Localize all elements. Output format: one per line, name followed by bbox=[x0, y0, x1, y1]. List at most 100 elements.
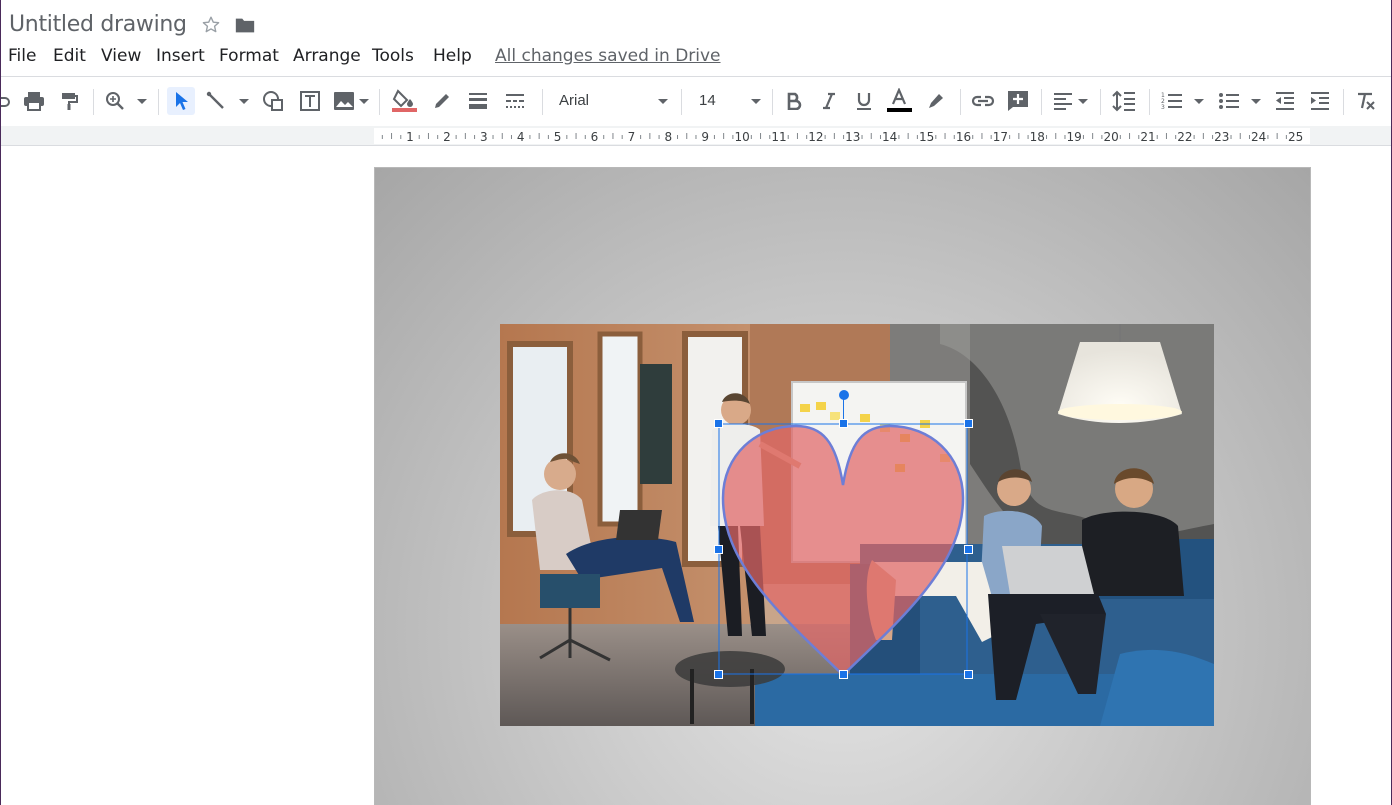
toolbar-divider bbox=[772, 89, 773, 115]
print-icon bbox=[24, 92, 44, 111]
resize-handle-ne[interactable] bbox=[964, 419, 973, 428]
ruler-number: 9 bbox=[701, 130, 709, 144]
drawing-page[interactable] bbox=[374, 167, 1311, 805]
font-size-select[interactable]: 14 bbox=[699, 92, 716, 109]
resize-handle-nw[interactable] bbox=[714, 419, 723, 428]
numbered-list-button[interactable]: 123 bbox=[1158, 87, 1186, 115]
menu-edit[interactable]: Edit bbox=[53, 46, 86, 66]
bulleted-list-caret[interactable] bbox=[1251, 99, 1261, 104]
italic-button[interactable] bbox=[815, 87, 843, 115]
zoom-button[interactable] bbox=[101, 87, 129, 115]
star-icon[interactable] bbox=[200, 14, 222, 36]
line-dropdown-caret[interactable] bbox=[239, 99, 249, 104]
resize-handle-n[interactable] bbox=[839, 419, 848, 428]
menu-file[interactable]: File bbox=[8, 46, 36, 66]
resize-handle-s[interactable] bbox=[839, 670, 848, 679]
font-size-caret[interactable] bbox=[751, 99, 761, 104]
rotate-handle[interactable] bbox=[839, 390, 849, 400]
toolbar-divider bbox=[158, 89, 159, 115]
resize-handle-w[interactable] bbox=[714, 545, 723, 554]
border-dash-button[interactable] bbox=[501, 87, 529, 115]
link-button[interactable] bbox=[969, 87, 997, 115]
toolbar-divider bbox=[960, 89, 961, 115]
underline-button[interactable] bbox=[850, 87, 878, 115]
line-button[interactable] bbox=[202, 87, 230, 115]
border-weight-icon bbox=[469, 93, 487, 109]
underline-icon bbox=[857, 93, 871, 110]
menu-tools[interactable]: Tools bbox=[372, 46, 414, 66]
numbered-list-caret[interactable] bbox=[1194, 99, 1204, 104]
ruler-track[interactable]: 1 2 3 4 5 6 7 8 9 10 11 12 13 14 15 16 17 18 19 20 21 22 23 24 2… bbox=[374, 128, 1310, 144]
border-color-button[interactable] bbox=[428, 87, 456, 115]
save-status-link[interactable]: All changes saved in Drive bbox=[495, 46, 721, 66]
menu-help[interactable]: Help bbox=[433, 46, 472, 66]
svg-text:3: 3 bbox=[1161, 104, 1165, 111]
highlight-button[interactable] bbox=[922, 87, 950, 115]
ruler-number: 3 bbox=[480, 130, 488, 144]
font-family-caret[interactable] bbox=[658, 99, 668, 104]
line-icon bbox=[206, 91, 224, 109]
toolbar: Arial 14 1 2 3 bbox=[1, 76, 1391, 126]
image-dropdown-caret[interactable] bbox=[359, 99, 369, 104]
ruler-number: 15 bbox=[919, 130, 934, 144]
increase-indent-button[interactable] bbox=[1306, 87, 1334, 115]
border-dash-icon bbox=[506, 94, 524, 108]
select-button[interactable] bbox=[167, 87, 195, 115]
document-title[interactable]: Untitled drawing bbox=[9, 12, 187, 37]
title-bar: Untitled drawing bbox=[1, 0, 1391, 46]
clear-formatting-icon bbox=[1358, 92, 1375, 110]
border-weight-button[interactable] bbox=[464, 87, 492, 115]
textbox-button[interactable] bbox=[296, 87, 324, 115]
numbered-list-icon: 123 bbox=[1161, 92, 1182, 111]
zoom-dropdown-caret[interactable] bbox=[137, 99, 147, 104]
image-button[interactable] bbox=[330, 87, 358, 115]
ruler-number: 22 bbox=[1177, 130, 1192, 144]
heart-shape[interactable] bbox=[721, 424, 965, 675]
bold-button[interactable] bbox=[780, 87, 808, 115]
text-color-button[interactable] bbox=[885, 87, 913, 115]
line-spacing-button[interactable] bbox=[1110, 87, 1138, 115]
align-dropdown-caret[interactable] bbox=[1078, 99, 1088, 104]
align-button[interactable] bbox=[1049, 87, 1077, 115]
shape-button[interactable] bbox=[259, 87, 287, 115]
ruler-number: 16 bbox=[956, 130, 971, 144]
line-spacing-icon bbox=[1112, 90, 1135, 112]
bulleted-list-button[interactable] bbox=[1215, 87, 1243, 115]
font-family-select[interactable]: Arial bbox=[559, 92, 589, 109]
ruler-number: 14 bbox=[882, 130, 897, 144]
link-icon bbox=[971, 95, 995, 107]
folder-icon[interactable] bbox=[234, 15, 256, 35]
ruler-number: 11 bbox=[771, 130, 786, 144]
resize-handle-sw[interactable] bbox=[714, 670, 723, 679]
undo-icon bbox=[1, 97, 10, 107]
menu-format[interactable]: Format bbox=[219, 46, 279, 66]
increase-indent-icon bbox=[1311, 92, 1329, 110]
drawings-app: Untitled drawing File Edit View Insert F… bbox=[0, 0, 1392, 805]
menu-view[interactable]: View bbox=[101, 46, 141, 66]
heart-shape-selection[interactable] bbox=[718, 423, 968, 675]
ruler-number: 12 bbox=[808, 130, 823, 144]
print-button[interactable] bbox=[20, 87, 48, 115]
undo-button[interactable] bbox=[1, 87, 15, 115]
paint-format-icon bbox=[62, 93, 78, 110]
menu-insert[interactable]: Insert bbox=[156, 46, 205, 66]
clear-formatting-button[interactable] bbox=[1352, 87, 1380, 115]
decrease-indent-button[interactable] bbox=[1271, 87, 1299, 115]
ruler-number: 21 bbox=[1140, 130, 1155, 144]
comment-button[interactable] bbox=[1004, 87, 1032, 115]
resize-handle-e[interactable] bbox=[964, 545, 973, 554]
border-color-icon bbox=[435, 94, 449, 108]
image-icon bbox=[334, 92, 354, 110]
resize-handle-se[interactable] bbox=[964, 670, 973, 679]
ruler-number: 25 bbox=[1288, 130, 1303, 144]
menu-arrange[interactable]: Arrange bbox=[293, 46, 361, 66]
ruler-number: 8 bbox=[664, 130, 672, 144]
fill-color-button[interactable] bbox=[390, 87, 418, 115]
toolbar-divider bbox=[379, 89, 380, 115]
textbox-icon bbox=[300, 91, 320, 111]
drawing-canvas[interactable] bbox=[1, 147, 1391, 805]
fill-color-icon bbox=[392, 89, 417, 112]
paint-format-button[interactable] bbox=[55, 87, 83, 115]
ruler-number: 19 bbox=[1067, 130, 1082, 144]
decrease-indent-icon bbox=[1276, 92, 1294, 110]
